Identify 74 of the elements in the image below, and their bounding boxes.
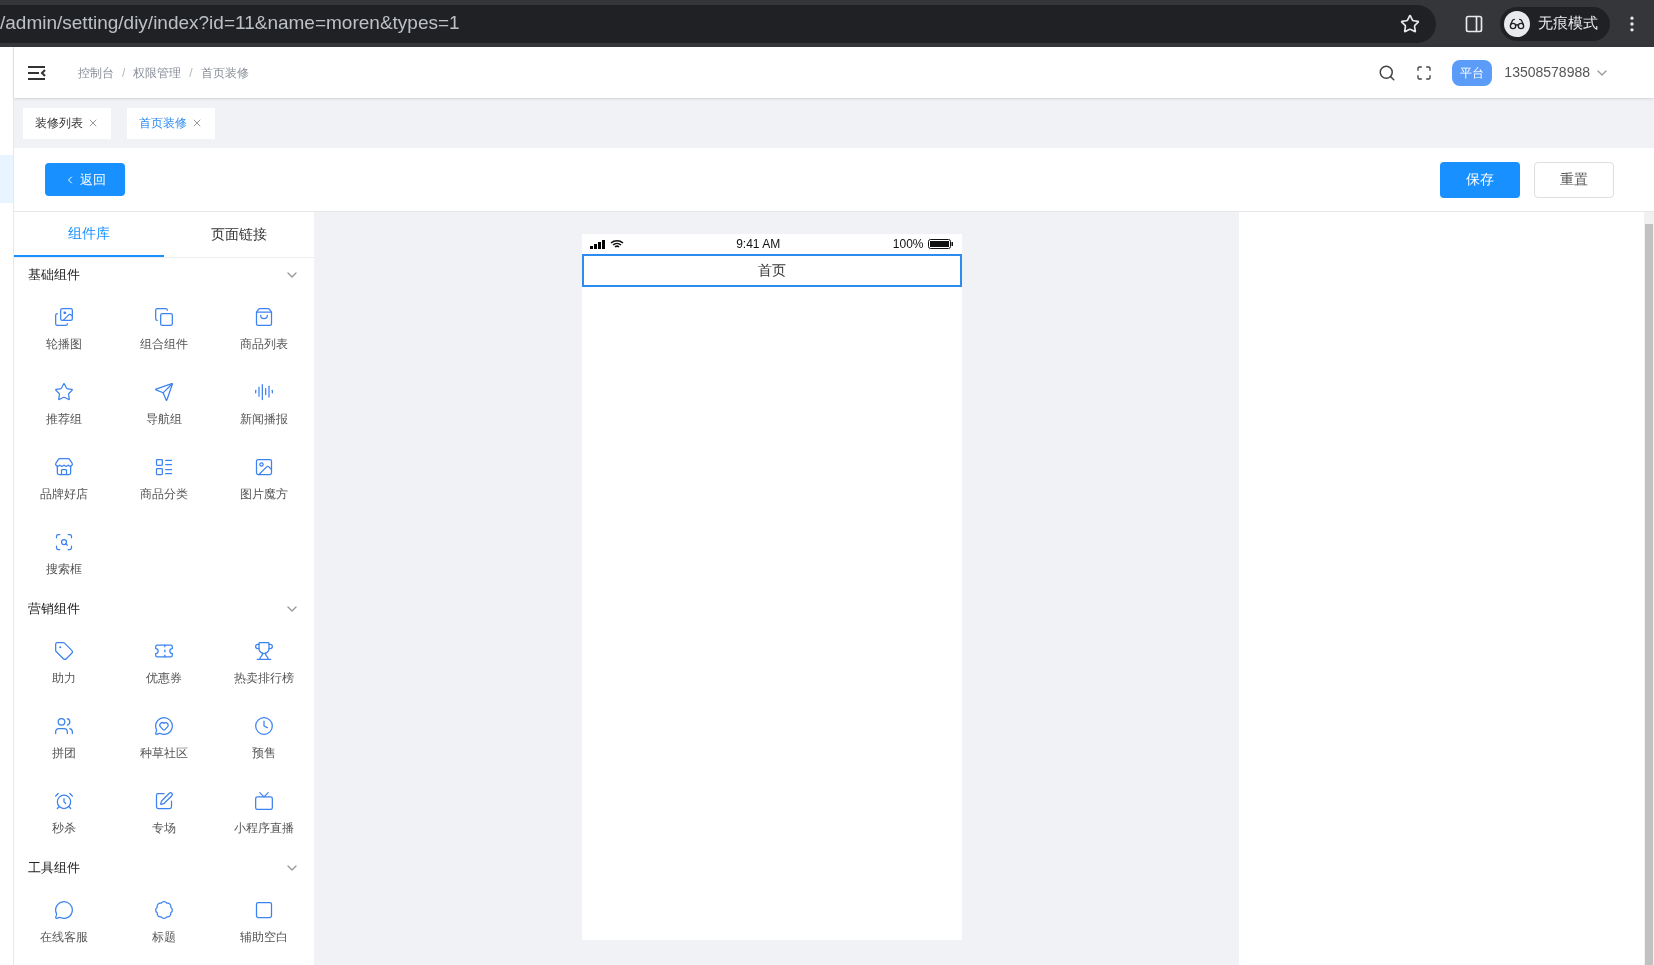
- page-tab[interactable]: 首页装修: [127, 107, 215, 139]
- panel-tab[interactable]: 页面链接: [164, 212, 314, 257]
- component-item[interactable]: 新闻播报: [214, 367, 314, 442]
- component-item[interactable]: 图片魔方: [214, 442, 314, 517]
- bookmark-star-icon[interactable]: [1400, 13, 1420, 34]
- battery-icon: [927, 239, 954, 249]
- incognito-chip[interactable]: 无痕模式: [1500, 6, 1610, 41]
- component-item[interactable]: 推荐组: [14, 367, 114, 442]
- sound-wave-icon: [254, 381, 274, 402]
- component-item[interactable]: 拼团: [14, 701, 114, 776]
- component-item[interactable]: 商品分类: [114, 442, 214, 517]
- store-icon: [54, 456, 74, 477]
- breadcrumb-separator: /: [189, 64, 193, 82]
- images-icon: [54, 306, 74, 327]
- component-item[interactable]: 标题: [114, 885, 214, 960]
- component-item[interactable]: 优惠券: [114, 626, 214, 701]
- component-item[interactable]: 秒杀: [14, 776, 114, 851]
- address-bar[interactable]: /admin/setting/diy/index?id=11&name=moren&types=1: [0, 4, 1436, 43]
- people-icon: [54, 715, 74, 736]
- bag-icon: [254, 306, 274, 327]
- paper-plane-icon: [154, 381, 174, 402]
- fullscreen-icon[interactable]: [1416, 64, 1433, 81]
- component-item[interactable]: 热卖排行榜: [214, 626, 314, 701]
- platform-badge: 平台: [1452, 59, 1493, 86]
- component-item[interactable]: 导航组: [114, 367, 214, 442]
- star-icon: [54, 381, 74, 402]
- component-item[interactable]: 搜索框: [14, 517, 114, 592]
- incognito-icon: [1504, 10, 1530, 37]
- status-time: 9:41 AM: [736, 236, 781, 253]
- search-icon[interactable]: [1378, 63, 1397, 82]
- square-icon: [254, 899, 274, 920]
- page-tab[interactable]: 装修列表: [23, 107, 111, 139]
- component-item[interactable]: 小程序直播: [214, 776, 314, 851]
- close-icon[interactable]: [87, 117, 99, 129]
- component-item[interactable]: 品牌好店: [14, 442, 114, 517]
- chat-bubble-icon: [54, 899, 74, 920]
- wifi-icon: [609, 239, 624, 249]
- search-icon: [54, 531, 74, 552]
- component-item[interactable]: 商品列表: [214, 292, 314, 367]
- component-item[interactable]: 助力: [14, 626, 114, 701]
- badge-icon: [154, 899, 174, 920]
- component-item[interactable]: 辅助空白: [214, 885, 314, 960]
- list-icon: [154, 456, 174, 477]
- component-item[interactable]: 专场: [114, 776, 214, 851]
- menu-fold-icon[interactable]: [28, 65, 46, 80]
- section-title: 营销组件: [28, 600, 80, 619]
- edit-icon: [154, 790, 174, 811]
- breadcrumb-link[interactable]: 权限管理: [133, 63, 182, 82]
- tv-icon: [254, 790, 274, 811]
- component-item[interactable]: 预售: [214, 701, 314, 776]
- tag-icon: [54, 640, 74, 661]
- url-text: /admin/setting/diy/index?id=11&name=moren&types=1: [0, 11, 460, 36]
- user-phone[interactable]: 13508578988: [1504, 62, 1590, 83]
- side-panel-icon[interactable]: [1464, 13, 1484, 34]
- component-item[interactable]: 轮播图: [14, 292, 114, 367]
- stacked-squares-icon: [154, 306, 174, 327]
- section-title: 工具组件: [28, 859, 80, 878]
- clock-icon: [254, 715, 274, 736]
- alarm-clock-icon: [54, 790, 74, 811]
- signal-icon: [589, 239, 606, 249]
- profile-label: 无痕模式: [1538, 13, 1598, 34]
- image-icon: [254, 456, 274, 477]
- trophy-icon: [254, 640, 274, 661]
- heart-bubble-icon: [154, 715, 174, 736]
- reset-button[interactable]: 重置: [1534, 161, 1614, 198]
- breadcrumb-separator: /: [122, 64, 126, 82]
- component-item[interactable]: 种草社区: [114, 701, 214, 776]
- section-title: 基础组件: [28, 266, 80, 285]
- page-title-bar[interactable]: 首页: [581, 254, 962, 287]
- battery-percent: 100%: [892, 236, 924, 253]
- component-item[interactable]: 在线客服: [14, 885, 114, 960]
- close-icon[interactable]: [191, 117, 203, 129]
- breadcrumb-link[interactable]: 控制台: [78, 63, 114, 82]
- component-item[interactable]: 组合组件: [114, 292, 214, 367]
